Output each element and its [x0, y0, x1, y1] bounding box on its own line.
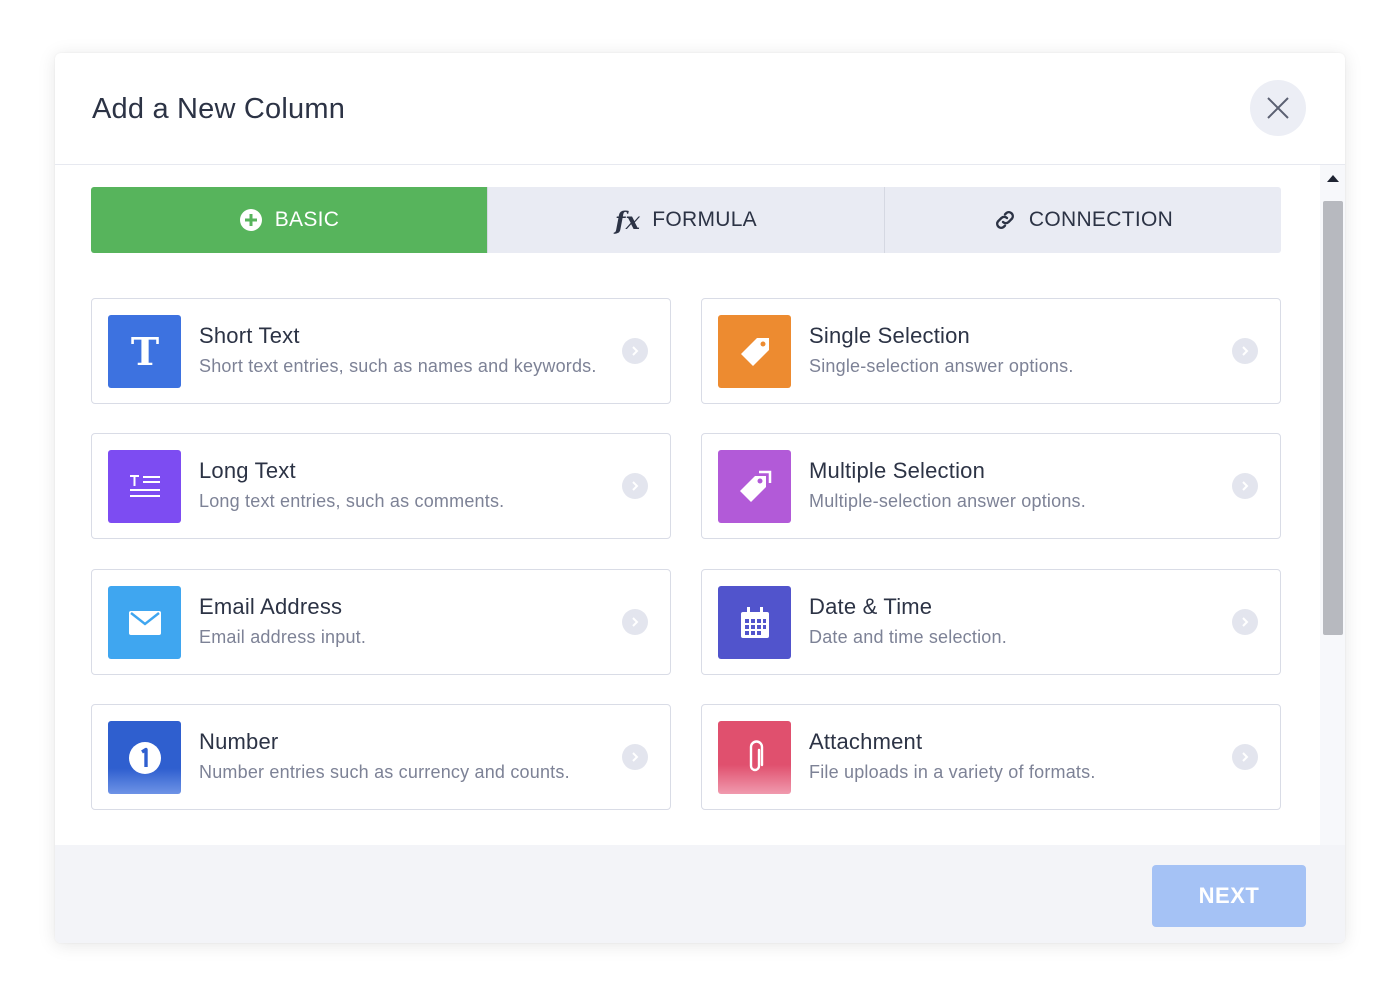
tab-connection-label: CONNECTION [1028, 208, 1174, 231]
card-description: Multiple-selection answer options. [809, 491, 1086, 511]
paragraph-icon [108, 450, 181, 523]
link-icon [995, 211, 1014, 229]
tab-basic-label: BASIC [274, 208, 340, 231]
envelope-icon [108, 586, 181, 659]
card-title: Number [199, 729, 279, 754]
fx-icon: fx [614, 205, 641, 235]
chevron-right-icon [622, 744, 648, 770]
card-short-text[interactable]: T Short Text Short text entries, such as… [91, 298, 671, 404]
card-long-text[interactable]: Long Text Long text entries, such as com… [91, 433, 671, 539]
modal-scrollbar[interactable] [1320, 165, 1345, 845]
card-description: Short text entries, such as names and ke… [199, 356, 597, 376]
card-single-selection[interactable]: Single Selection Single-selection answer… [701, 298, 1281, 404]
chevron-right-icon [1232, 744, 1258, 770]
svg-text:T: T [130, 332, 158, 372]
add-column-modal: Add a New Column BASIC fx FORMULA CONNEC… [55, 53, 1345, 943]
paperclip-icon [718, 721, 791, 794]
next-button[interactable]: NEXT [1152, 865, 1306, 927]
card-description: Single-selection answer options. [809, 356, 1074, 376]
card-title: Multiple Selection [809, 458, 986, 483]
card-title: Single Selection [809, 323, 970, 348]
close-icon [1267, 97, 1289, 119]
plus-circle-icon [239, 209, 262, 231]
card-email-address[interactable]: Email Address Email address input. [91, 569, 671, 675]
card-description: Long text entries, such as comments. [199, 491, 505, 511]
modal-title: Add a New Column [92, 93, 346, 125]
chevron-right-icon [622, 609, 648, 635]
chevron-right-icon [622, 473, 648, 499]
chevron-right-icon [622, 338, 648, 364]
tag-icon [718, 315, 791, 388]
modal-footer: NEXT [55, 845, 1345, 943]
card-title: Attachment [809, 729, 923, 754]
card-title: Email Address [199, 594, 343, 619]
column-type-tabs: BASIC fx FORMULA CONNECTION [91, 187, 1281, 253]
card-title: Long Text [199, 458, 296, 483]
tab-basic[interactable]: BASIC [91, 187, 487, 253]
card-description: Number entries such as currency and coun… [199, 762, 570, 782]
chevron-right-icon [1232, 473, 1258, 499]
card-multiple-selection[interactable]: Multiple Selection Multiple-selection an… [701, 433, 1281, 539]
chevron-right-icon [1232, 609, 1258, 635]
letter-t-icon: T [108, 315, 181, 388]
chevron-right-icon [1232, 338, 1258, 364]
tab-formula[interactable]: fx FORMULA [487, 187, 884, 253]
modal-body: BASIC fx FORMULA CONNECTION T Short Text… [55, 165, 1345, 845]
scroll-up-arrow-icon[interactable] [1327, 175, 1339, 182]
card-date-time[interactable]: Date & Time Date and time selection. [701, 569, 1281, 675]
card-description: Email address input. [199, 627, 367, 647]
tags-icon [718, 450, 791, 523]
tab-connection[interactable]: CONNECTION [884, 187, 1281, 253]
close-button[interactable] [1250, 80, 1306, 136]
card-title: Short Text [199, 323, 300, 348]
card-number[interactable]: Number Number entries such as currency a… [91, 704, 671, 810]
scrollbar-thumb[interactable] [1323, 201, 1343, 635]
number-one-icon [108, 721, 181, 794]
card-title: Date & Time [809, 594, 933, 619]
modal-header: Add a New Column [55, 53, 1345, 165]
card-description: File uploads in a variety of formats. [809, 762, 1096, 782]
card-description: Date and time selection. [809, 627, 1007, 647]
card-attachment[interactable]: Attachment File uploads in a variety of … [701, 704, 1281, 810]
tab-formula-label: FORMULA [652, 208, 757, 231]
calendar-icon [718, 586, 791, 659]
